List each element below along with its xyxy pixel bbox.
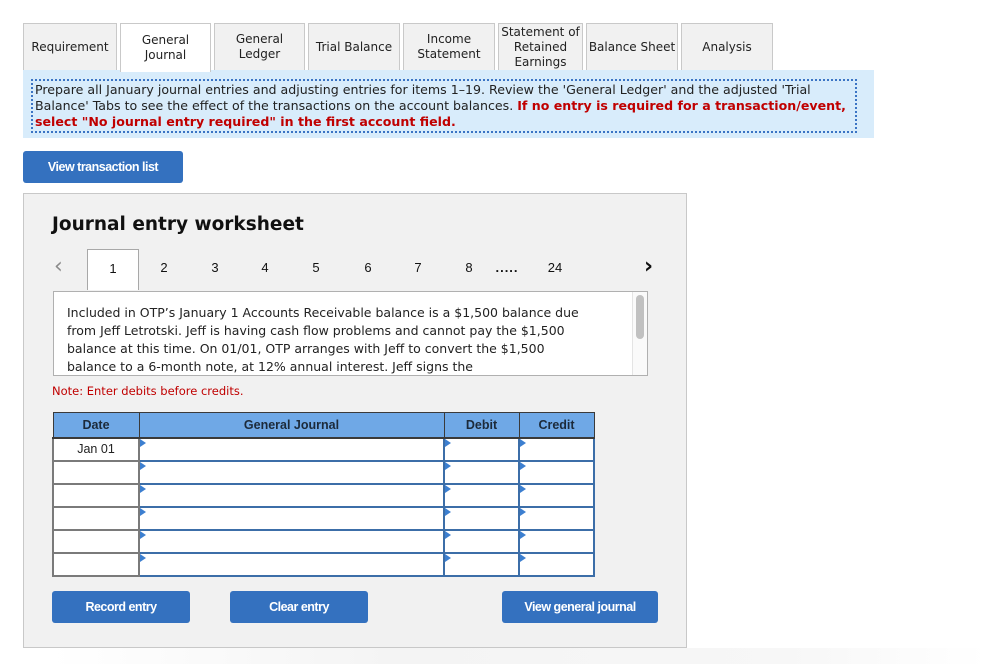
account-input[interactable] <box>138 552 445 577</box>
date-cell <box>52 506 140 531</box>
tab-income-statement[interactable]: Income Statement <box>403 23 495 70</box>
tab-general-journal[interactable]: General Journal <box>120 23 211 72</box>
page-6-button[interactable]: 6 <box>358 260 378 275</box>
date-cell: Jan 01 <box>52 437 140 462</box>
record-entry-button[interactable]: Record entry <box>52 591 190 623</box>
header-date: Date <box>52 412 140 439</box>
credit-input[interactable] <box>518 552 595 577</box>
page-4-button[interactable]: 4 <box>255 260 275 275</box>
table-row <box>52 506 595 531</box>
debit-input[interactable] <box>443 437 520 462</box>
date-cell <box>52 460 140 485</box>
page-5-button[interactable]: 5 <box>306 260 326 275</box>
table-row <box>52 483 595 508</box>
scrollbar-thumb[interactable] <box>636 295 644 339</box>
view-general-journal-button[interactable]: View general journal <box>502 591 658 623</box>
credit-input[interactable] <box>518 529 595 554</box>
tab-label: General Ledger <box>235 32 284 61</box>
transaction-pager: ‹ 1 2 3 4 5 6 7 8 ..... 24 › <box>24 249 686 290</box>
credit-input[interactable] <box>518 483 595 508</box>
table-row <box>52 552 595 577</box>
journal-entry-table: Date General Journal Debit Credit Jan 01 <box>52 412 595 577</box>
date-cell <box>52 483 140 508</box>
page-24-button[interactable]: 24 <box>545 260 565 275</box>
table-row: Jan 01 <box>52 437 595 462</box>
tab-label: General Journal <box>141 33 190 62</box>
chevron-left-icon[interactable]: ‹ <box>54 256 63 278</box>
tab-balance-sheet[interactable]: Balance Sheet <box>586 23 678 70</box>
debit-input[interactable] <box>443 552 520 577</box>
view-transaction-list-button[interactable]: View transaction list <box>23 151 183 183</box>
tab-statement-of-retained-earnings[interactable]: Statement of Retained Earnings <box>498 23 583 70</box>
tab-label: Balance Sheet <box>588 39 676 54</box>
journal-entry-worksheet: Journal entry worksheet ‹ 1 2 3 4 5 6 7 … <box>23 193 687 648</box>
page-footer-shadow <box>0 648 987 664</box>
header-credit: Credit <box>518 412 595 439</box>
account-input[interactable] <box>138 460 445 485</box>
debit-input[interactable] <box>443 506 520 531</box>
header-debit: Debit <box>443 412 520 439</box>
tab-label: Requirement <box>31 39 109 54</box>
debits-note: Note: Enter debits before credits. <box>52 384 244 398</box>
page-8-button[interactable]: 8 <box>459 260 479 275</box>
tab-label: Analysis <box>702 39 752 54</box>
page-1-button[interactable]: 1 <box>87 249 139 290</box>
tab-label: Statement of Retained Earnings <box>501 24 580 69</box>
page-3-button[interactable]: 3 <box>205 260 225 275</box>
tab-trial-balance[interactable]: Trial Balance <box>308 23 400 70</box>
account-input[interactable] <box>138 437 445 462</box>
page-2-button[interactable]: 2 <box>154 260 174 275</box>
description-scrollbar[interactable] <box>632 292 647 375</box>
debit-input[interactable] <box>443 460 520 485</box>
credit-input[interactable] <box>518 506 595 531</box>
instructions-text: Prepare all January journal entries and … <box>31 79 857 133</box>
table-row <box>52 529 595 554</box>
account-input[interactable] <box>138 506 445 531</box>
transaction-description-box[interactable]: Included in OTP’s January 1 Accounts Rec… <box>53 291 648 376</box>
tab-general-ledger[interactable]: General Ledger <box>214 23 305 70</box>
tab-label: Trial Balance <box>315 39 393 54</box>
chevron-right-icon[interactable]: › <box>644 256 653 278</box>
header-general-journal: General Journal <box>138 412 445 439</box>
tab-label: Income Statement <box>417 32 481 61</box>
debit-input[interactable] <box>443 529 520 554</box>
clear-entry-button[interactable]: Clear entry <box>230 591 368 623</box>
table-row <box>52 460 595 485</box>
tab-bar: Requirement General Journal General Ledg… <box>23 23 776 72</box>
date-cell <box>52 529 140 554</box>
account-input[interactable] <box>138 529 445 554</box>
account-input[interactable] <box>138 483 445 508</box>
worksheet-title: Journal entry worksheet <box>52 214 304 235</box>
credit-input[interactable] <box>518 437 595 462</box>
page-7-button[interactable]: 7 <box>408 260 428 275</box>
debit-input[interactable] <box>443 483 520 508</box>
instructions-panel: Prepare all January journal entries and … <box>23 70 874 138</box>
pager-ellipsis: ..... <box>495 260 519 275</box>
tab-requirement[interactable]: Requirement <box>23 23 117 70</box>
table-header-row: Date General Journal Debit Credit <box>52 412 595 439</box>
date-cell <box>52 552 140 577</box>
transaction-description: Included in OTP’s January 1 Accounts Rec… <box>67 305 579 374</box>
tab-analysis[interactable]: Analysis <box>681 23 773 70</box>
credit-input[interactable] <box>518 460 595 485</box>
